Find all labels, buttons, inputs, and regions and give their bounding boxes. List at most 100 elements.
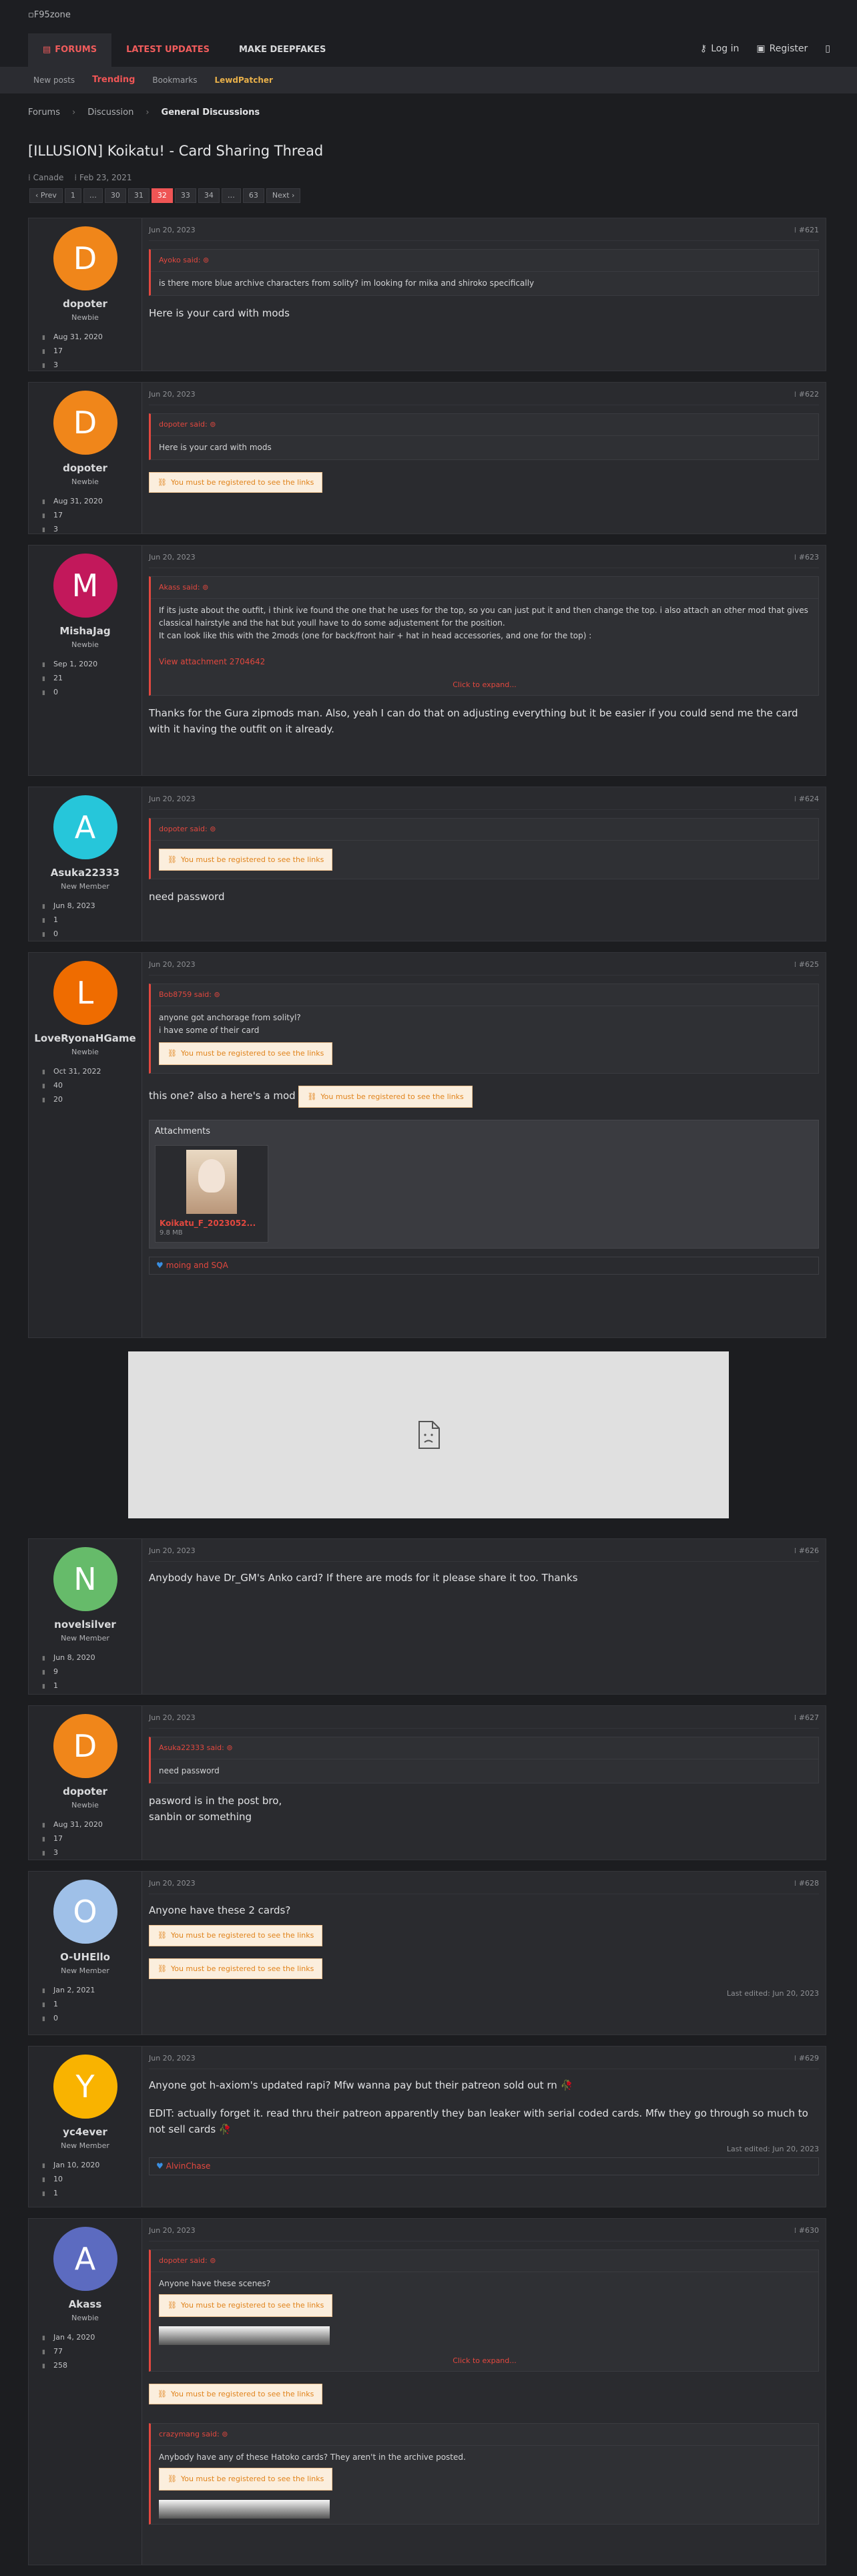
- expand-quote-link[interactable]: Click to expand...: [151, 674, 818, 695]
- share-icon[interactable]: ⁞: [794, 1546, 797, 1555]
- quote-author[interactable]: crazymang said:: [159, 2430, 220, 2438]
- quote-author[interactable]: dopoter said:: [159, 825, 208, 833]
- share-icon[interactable]: ⁞: [794, 1713, 797, 1722]
- site-logo[interactable]: ▫F95zone: [28, 9, 71, 21]
- quote-author[interactable]: dopoter said:: [159, 2256, 208, 2265]
- username[interactable]: yc4ever: [29, 2125, 141, 2139]
- quote-link-icon[interactable]: ⊚: [203, 256, 209, 264]
- post-number[interactable]: #623: [799, 553, 819, 562]
- share-icon[interactable]: ⁞: [794, 795, 797, 803]
- subnav-new-posts[interactable]: New posts: [33, 75, 75, 86]
- share-icon[interactable]: ⁞: [794, 2054, 797, 2063]
- avatar[interactable]: D: [53, 226, 117, 290]
- tab-make-deepfakes[interactable]: Make DeepFakes: [224, 33, 340, 67]
- share-icon[interactable]: ⁞: [794, 226, 797, 234]
- avatar[interactable]: Y: [53, 2055, 117, 2119]
- tab-latest-updates[interactable]: Latest Updates: [111, 33, 224, 67]
- attachment-link[interactable]: View attachment 2704642: [159, 656, 810, 668]
- page-link[interactable]: 34: [198, 188, 220, 203]
- post-number[interactable]: #629: [799, 2054, 819, 2063]
- subnav-trending[interactable]: Trending: [92, 74, 135, 86]
- avatar[interactable]: M: [53, 554, 117, 618]
- post-date[interactable]: Jun 20, 2023: [149, 225, 196, 235]
- quote-author[interactable]: dopoter said:: [159, 420, 208, 429]
- breadcrumb-forums[interactable]: Forums: [28, 107, 60, 119]
- quote-author[interactable]: Ayoko said:: [159, 256, 200, 264]
- register-link[interactable]: ▣ Register: [756, 43, 808, 56]
- page-link[interactable]: 30: [104, 188, 126, 203]
- quote-link-icon[interactable]: ⊚: [214, 990, 220, 999]
- registration-notice[interactable]: ⛓ You must be registered to see the links: [159, 2294, 333, 2317]
- post-number[interactable]: #622: [799, 390, 819, 399]
- avatar[interactable]: D: [53, 391, 117, 455]
- subnav-lewdpatcher[interactable]: LewdPatcher: [214, 75, 272, 86]
- quote-link-icon[interactable]: ⊚: [210, 420, 216, 429]
- quote-link-icon[interactable]: ⊚: [202, 583, 208, 592]
- page-prev[interactable]: ‹ Prev: [29, 188, 63, 203]
- registration-notice[interactable]: ⛓ You must be registered to see the links: [149, 1925, 323, 1946]
- attachment-thumbnail[interactable]: [186, 1149, 237, 1214]
- post-number[interactable]: #628: [799, 1879, 819, 1888]
- breadcrumb-discussion[interactable]: Discussion: [87, 107, 133, 119]
- registration-notice[interactable]: ⛓ You must be registered to see the links: [149, 2383, 323, 2405]
- quote-author[interactable]: Asuka22333 said:: [159, 1743, 224, 1752]
- username[interactable]: dopoter: [29, 297, 141, 311]
- attachment-filename[interactable]: Koikatu_F_2023052...: [160, 1218, 264, 1229]
- post-date[interactable]: Jun 20, 2023: [149, 1713, 196, 1723]
- quote-author[interactable]: Bob8759 said:: [159, 990, 212, 999]
- post-date[interactable]: Jun 20, 2023: [149, 794, 196, 804]
- page-ellipsis[interactable]: …: [83, 188, 103, 203]
- username[interactable]: novelsilver: [29, 1618, 141, 1632]
- post-number[interactable]: #625: [799, 960, 819, 969]
- post-date[interactable]: Jun 20, 2023: [149, 1878, 196, 1888]
- page-next[interactable]: Next ›: [266, 188, 301, 203]
- ad-placeholder[interactable]: [128, 1351, 729, 1518]
- share-icon[interactable]: ⁞: [794, 960, 797, 969]
- registration-notice[interactable]: ⛓ You must be registered to see the links: [159, 2467, 333, 2491]
- username[interactable]: O-UHEllo: [29, 1950, 141, 1964]
- subnav-bookmarks[interactable]: Bookmarks: [152, 75, 197, 86]
- page-current[interactable]: 32: [151, 188, 173, 203]
- quote-link-icon[interactable]: ⊚: [210, 825, 216, 833]
- post-date[interactable]: Jun 20, 2023: [149, 2225, 196, 2235]
- quote-author[interactable]: Akass said:: [159, 583, 200, 592]
- post-number[interactable]: #630: [799, 2226, 819, 2235]
- quote-link-icon[interactable]: ⊚: [210, 2256, 216, 2265]
- reactions-bar[interactable]: ♥ AlvinChase: [149, 2157, 819, 2175]
- post-number[interactable]: #627: [799, 1713, 819, 1722]
- post-date[interactable]: Jun 20, 2023: [149, 959, 196, 970]
- tab-forums[interactable]: ▤ Forums: [28, 33, 112, 67]
- expand-quote-link[interactable]: Click to expand...: [151, 2350, 818, 2371]
- avatar[interactable]: O: [53, 1880, 117, 1944]
- quote-link-icon[interactable]: ⊚: [222, 2430, 228, 2438]
- username[interactable]: Asuka22333: [29, 866, 141, 880]
- username[interactable]: LoveRyonaHGame: [29, 1032, 141, 1046]
- post-number[interactable]: #621: [799, 226, 819, 234]
- share-icon[interactable]: ⁞: [794, 390, 797, 399]
- post-date[interactable]: Jun 20, 2023: [149, 1546, 196, 1556]
- page-link[interactable]: 33: [174, 188, 196, 203]
- registration-notice[interactable]: ⛓ You must be registered to see the links: [298, 1085, 473, 1108]
- page-ellipsis[interactable]: …: [221, 188, 241, 203]
- post-date[interactable]: Jun 20, 2023: [149, 389, 196, 399]
- registration-notice[interactable]: ⛓ You must be registered to see the links: [149, 1958, 323, 1980]
- page-link[interactable]: 63: [242, 188, 264, 203]
- page-link[interactable]: 1: [64, 188, 81, 203]
- reactions-bar[interactable]: ♥ moing and SQA: [149, 1257, 819, 1275]
- page-link[interactable]: 31: [127, 188, 150, 203]
- avatar[interactable]: L: [53, 961, 117, 1025]
- avatar[interactable]: N: [53, 1547, 117, 1611]
- avatar[interactable]: A: [53, 2227, 117, 2291]
- avatar[interactable]: A: [53, 795, 117, 859]
- avatar[interactable]: D: [53, 1714, 117, 1778]
- username[interactable]: MishaJag: [29, 624, 141, 638]
- thread-author[interactable]: ⁞ Canade: [28, 172, 63, 184]
- share-icon[interactable]: ⁞: [794, 2226, 797, 2235]
- menu-icon[interactable]: ▯: [825, 43, 830, 56]
- username[interactable]: dopoter: [29, 461, 141, 475]
- username[interactable]: Akass: [29, 2298, 141, 2312]
- post-number[interactable]: #626: [799, 1546, 819, 1555]
- post-date[interactable]: Jun 20, 2023: [149, 2053, 196, 2063]
- attachment-item[interactable]: Koikatu_F_2023052... 9.8 MB: [155, 1144, 268, 1243]
- quote-link-icon[interactable]: ⊚: [226, 1743, 232, 1752]
